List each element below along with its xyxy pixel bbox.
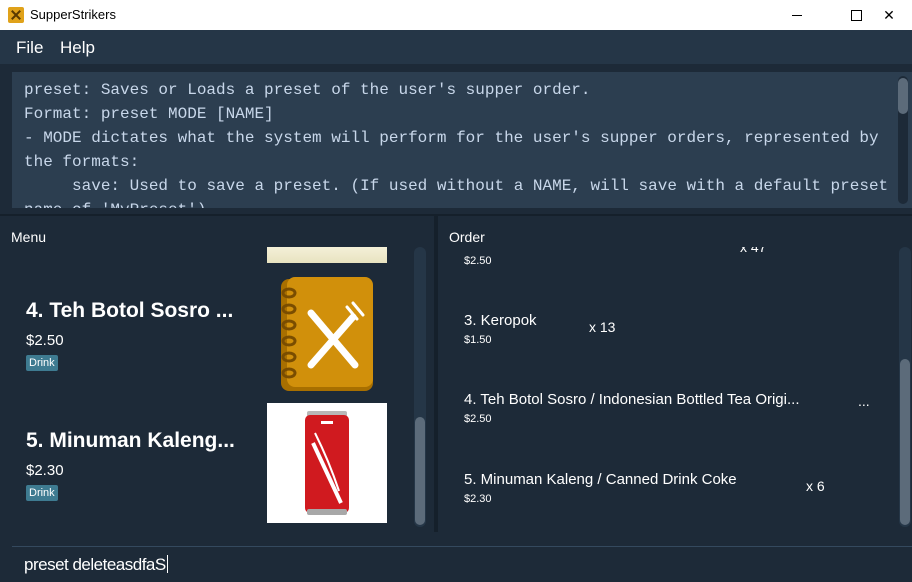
app-logo-icon (8, 7, 24, 23)
order-item-qty: x 13 (589, 319, 616, 335)
command-input-text: preset deleteasdfaS (24, 555, 166, 574)
result-scrollbar-thumb[interactable] (898, 78, 908, 114)
menu-item-tag: Drink (26, 485, 58, 501)
order-item-name: 4. Teh Botol Sosro / Indonesian Bottled … (464, 391, 800, 408)
menu-book-fork-knife-icon (281, 277, 373, 391)
window-title: SupperStrikers (30, 7, 116, 22)
menu-scrollbar-thumb[interactable] (415, 417, 425, 525)
order-item-name: 3. Keropok (464, 312, 537, 329)
result-text: preset: Saves or Loads a preset of the u… (24, 81, 889, 208)
order-item-price: $2.30 (464, 493, 492, 505)
menu-item-image-partial (267, 247, 387, 263)
order-panel-label: Order (449, 229, 485, 245)
menu-item-tag: Drink (26, 355, 58, 371)
text-caret (166, 555, 168, 573)
menu-scrollbar[interactable] (414, 247, 426, 527)
menu-item-name: 4. Teh Botol Sosro ... (26, 299, 234, 322)
minimize-icon[interactable] (774, 0, 820, 30)
order-item-name: 5. Minuman Kaleng / Canned Drink Coke (464, 471, 737, 488)
order-item-qty: ... (858, 393, 870, 409)
result-display[interactable]: preset: Saves or Loads a preset of the u… (12, 72, 912, 208)
menu-item-name: 5. Minuman Kaleng... (26, 429, 235, 452)
menu-list[interactable]: 4. Teh Botol Sosro ... $2.50 Drink 5. Mi… (12, 247, 410, 527)
menu-bar: File Help (0, 30, 912, 64)
command-box[interactable]: preset deleteasdfaS (12, 546, 912, 582)
menu-card[interactable]: 5. Minuman Kaleng... $2.30 Drink (12, 395, 410, 525)
horizontal-divider (0, 214, 912, 216)
order-item-price: $1.50 (464, 334, 492, 346)
menu-item-price: $2.50 (26, 332, 64, 349)
vertical-divider[interactable] (434, 216, 438, 532)
order-item-price: $2.50 (464, 413, 492, 425)
order-scrollbar[interactable] (899, 247, 911, 527)
menu-help[interactable]: Help (60, 38, 95, 58)
order-list[interactable]: $2.50 x 47 3. Keropok $1.50 x 13 4. Teh … (448, 247, 898, 527)
menu-item-price: $2.30 (26, 462, 64, 479)
menu-card[interactable]: 4. Teh Botol Sosro ... $2.50 Drink (12, 265, 410, 395)
result-scrollbar[interactable] (898, 76, 908, 204)
menu-file[interactable]: File (16, 38, 43, 58)
order-item-qty: x 6 (806, 478, 825, 494)
title-bar: SupperStrikers ✕ (0, 0, 912, 30)
order-scrollbar-thumb[interactable] (900, 359, 910, 525)
coca-cola-can-icon (267, 403, 387, 523)
command-input[interactable]: preset deleteasdfaS (24, 555, 168, 575)
close-icon[interactable]: ✕ (866, 0, 912, 30)
order-item-price: $2.50 (464, 255, 492, 267)
menu-panel-label: Menu (11, 229, 47, 245)
order-item-qty: x 47 (740, 247, 767, 255)
